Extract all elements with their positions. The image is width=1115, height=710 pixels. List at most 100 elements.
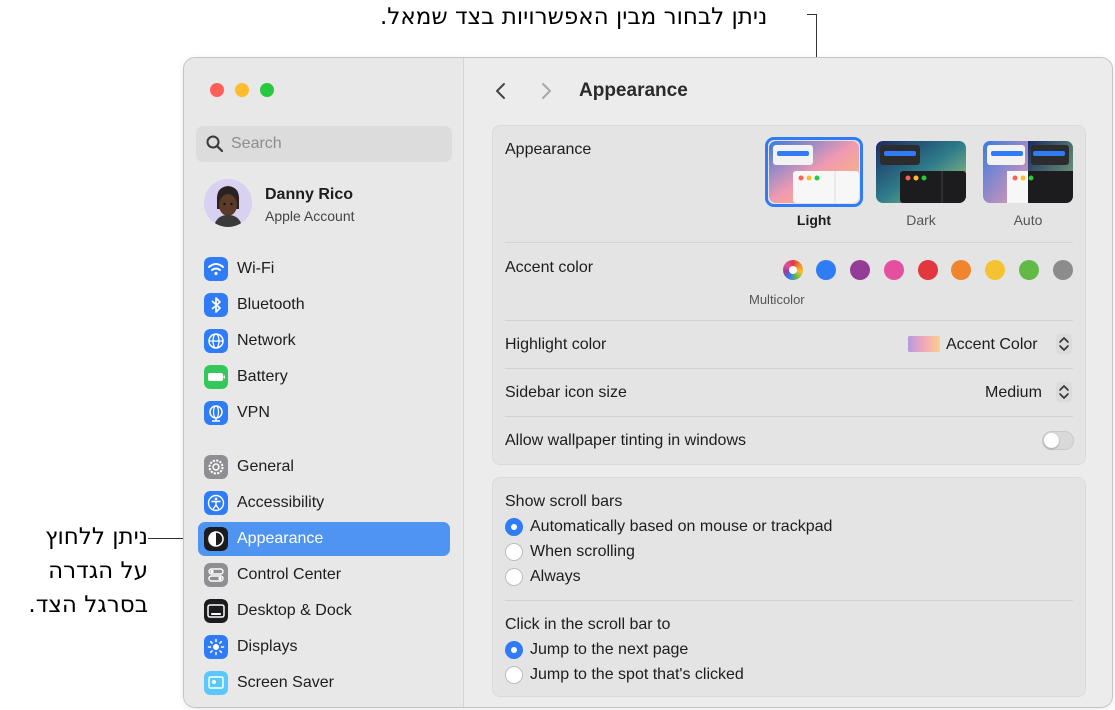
chevron-up-down-icon[interactable] <box>1056 334 1072 354</box>
sidebar-item-accessibility[interactable]: Accessibility <box>198 486 450 520</box>
sidebar-item-label: Desktop & Dock <box>237 602 352 619</box>
divider <box>505 320 1073 321</box>
appearance-option-label: Auto <box>1013 212 1043 228</box>
sidebar-item-label: General <box>237 458 294 475</box>
wallpaper-tinting-label: Allow wallpaper tinting in windows <box>505 432 747 449</box>
accent-swatch-green[interactable] <box>1019 260 1039 280</box>
radio-label: When scrolling <box>530 543 635 560</box>
accent-swatch-orange[interactable] <box>951 260 971 280</box>
sidebar-item-vpn[interactable]: VPN <box>198 396 450 430</box>
accent-swatch-pink[interactable] <box>884 260 904 280</box>
sidebar-item-screen-saver[interactable]: Screen Saver <box>198 666 450 700</box>
accent-swatch-graphite[interactable] <box>1053 260 1073 280</box>
radio-jump-next-page[interactable] <box>505 641 523 659</box>
click-scroll-bar-label: Click in the scroll bar to <box>505 616 671 633</box>
accent-swatch-multicolor[interactable] <box>783 260 803 280</box>
zoom-window-button[interactable] <box>260 83 274 97</box>
sidebar-item-battery[interactable]: Battery <box>198 360 450 394</box>
appearance-icon <box>204 527 228 551</box>
sun-icon <box>204 635 228 659</box>
accessibility-icon <box>204 491 228 515</box>
radio-jump-to-spot[interactable] <box>505 666 523 684</box>
chevron-up-down-icon[interactable] <box>1056 382 1072 402</box>
highlight-color-label: Highlight color <box>505 336 607 353</box>
accent-swatch-yellow[interactable] <box>985 260 1005 280</box>
radio-label: Always <box>530 568 581 585</box>
sidebar-item-control-center[interactable]: Control Center <box>198 558 450 592</box>
appearance-option-light[interactable] <box>769 141 859 203</box>
radio-scroll-always[interactable] <box>505 568 523 586</box>
sidebar-item-label: Appearance <box>237 530 324 547</box>
sidebar-item-label: Bluetooth <box>237 296 305 313</box>
desktop-dock-icon <box>204 599 228 623</box>
auto-mode-preview-icon <box>983 141 1073 203</box>
wifi-icon <box>204 257 228 281</box>
radio-label: Automatically based on mouse or trackpad <box>530 518 833 535</box>
page-title: Appearance <box>579 80 688 101</box>
screen-saver-icon <box>204 671 228 695</box>
radio-scroll-automatic[interactable] <box>505 518 523 536</box>
search-icon <box>206 135 224 153</box>
sidebar-item-desktop-dock[interactable]: Desktop & Dock <box>198 594 450 628</box>
dark-mode-preview-icon <box>876 141 966 203</box>
avatar <box>204 179 252 227</box>
appearance-option-auto[interactable] <box>983 141 1073 203</box>
apple-account-item[interactable]: Danny Rico Apple Account <box>204 179 454 229</box>
toggle-knob <box>1044 433 1059 448</box>
sidebar-item-displays[interactable]: Displays <box>198 630 450 664</box>
system-settings-window: Search Danny Rico Apple Account Wi-Fi Bl… <box>183 57 1113 708</box>
light-mode-preview-icon <box>769 141 859 203</box>
appearance-option-label: Light <box>796 212 832 228</box>
account-subtitle: Apple Account <box>265 208 355 224</box>
accent-swatch-red[interactable] <box>918 260 938 280</box>
back-chevron-icon[interactable] <box>489 79 513 103</box>
radio-scroll-when-scrolling[interactable] <box>505 543 523 561</box>
vpn-globe-icon <box>204 401 228 425</box>
sidebar-item-network[interactable]: Network <box>198 324 450 358</box>
sidebar-item-label: VPN <box>237 404 270 421</box>
bluetooth-icon <box>204 293 228 317</box>
sidebar-item-general[interactable]: General <box>198 450 450 484</box>
search-field[interactable]: Search <box>196 126 452 162</box>
divider <box>505 416 1073 417</box>
divider <box>505 368 1073 369</box>
accent-color-label: Accent color <box>505 259 594 276</box>
radio-label: Jump to the spot that's clicked <box>530 666 744 683</box>
sidebar-item-label: Battery <box>237 368 288 385</box>
wallpaper-tinting-toggle[interactable] <box>1042 431 1074 450</box>
scroll-settings-group: Show scroll bars Automatically based on … <box>492 477 1086 697</box>
sidebar-icon-size-popup[interactable]: Medium <box>985 384 1042 402</box>
sidebar-item-label: Screen Saver <box>237 674 334 691</box>
appearance-label: Appearance <box>505 141 592 158</box>
sidebar-item-label: Displays <box>237 638 298 655</box>
callout-top-text: ניתן לבחור מבין האפשרויות בצד שמאל. <box>380 4 768 30</box>
sidebar: Search Danny Rico Apple Account Wi-Fi Bl… <box>184 58 464 707</box>
callout-left-line-2: על הגדרה <box>48 558 148 584</box>
globe-icon <box>204 329 228 353</box>
highlight-color-swatch <box>908 336 940 352</box>
battery-icon <box>204 365 228 389</box>
sidebar-item-bluetooth[interactable]: Bluetooth <box>198 288 450 322</box>
accent-swatch-blue[interactable] <box>816 260 836 280</box>
minimize-window-button[interactable] <box>235 83 249 97</box>
sidebar-item-label: Network <box>237 332 296 349</box>
sidebar-item-label: Control Center <box>237 566 342 583</box>
memoji-icon <box>204 179 252 227</box>
callout-left-line-3: בסרגל הצד. <box>28 592 148 618</box>
callout-left-text: ניתן ללחוץ על הגדרה בסרגל הצד. <box>14 520 148 622</box>
sidebar-item-appearance[interactable]: Appearance <box>198 522 450 556</box>
appearance-option-dark[interactable] <box>876 141 966 203</box>
sidebar-item-wifi[interactable]: Wi-Fi <box>198 252 450 286</box>
appearance-settings-group: Appearance Light Dark Auto Accent color … <box>492 125 1086 465</box>
divider <box>505 242 1073 243</box>
control-center-icon <box>204 563 228 587</box>
divider <box>505 600 1073 601</box>
gear-icon <box>204 455 228 479</box>
forward-chevron-icon[interactable] <box>534 79 558 103</box>
highlight-color-popup[interactable]: Accent Color <box>946 336 1038 354</box>
callout-top-leader-tick <box>807 14 817 15</box>
account-name: Danny Rico <box>265 186 354 203</box>
accent-swatch-purple[interactable] <box>850 260 870 280</box>
close-window-button[interactable] <box>210 83 224 97</box>
sidebar-item-label: Wi-Fi <box>237 260 275 277</box>
